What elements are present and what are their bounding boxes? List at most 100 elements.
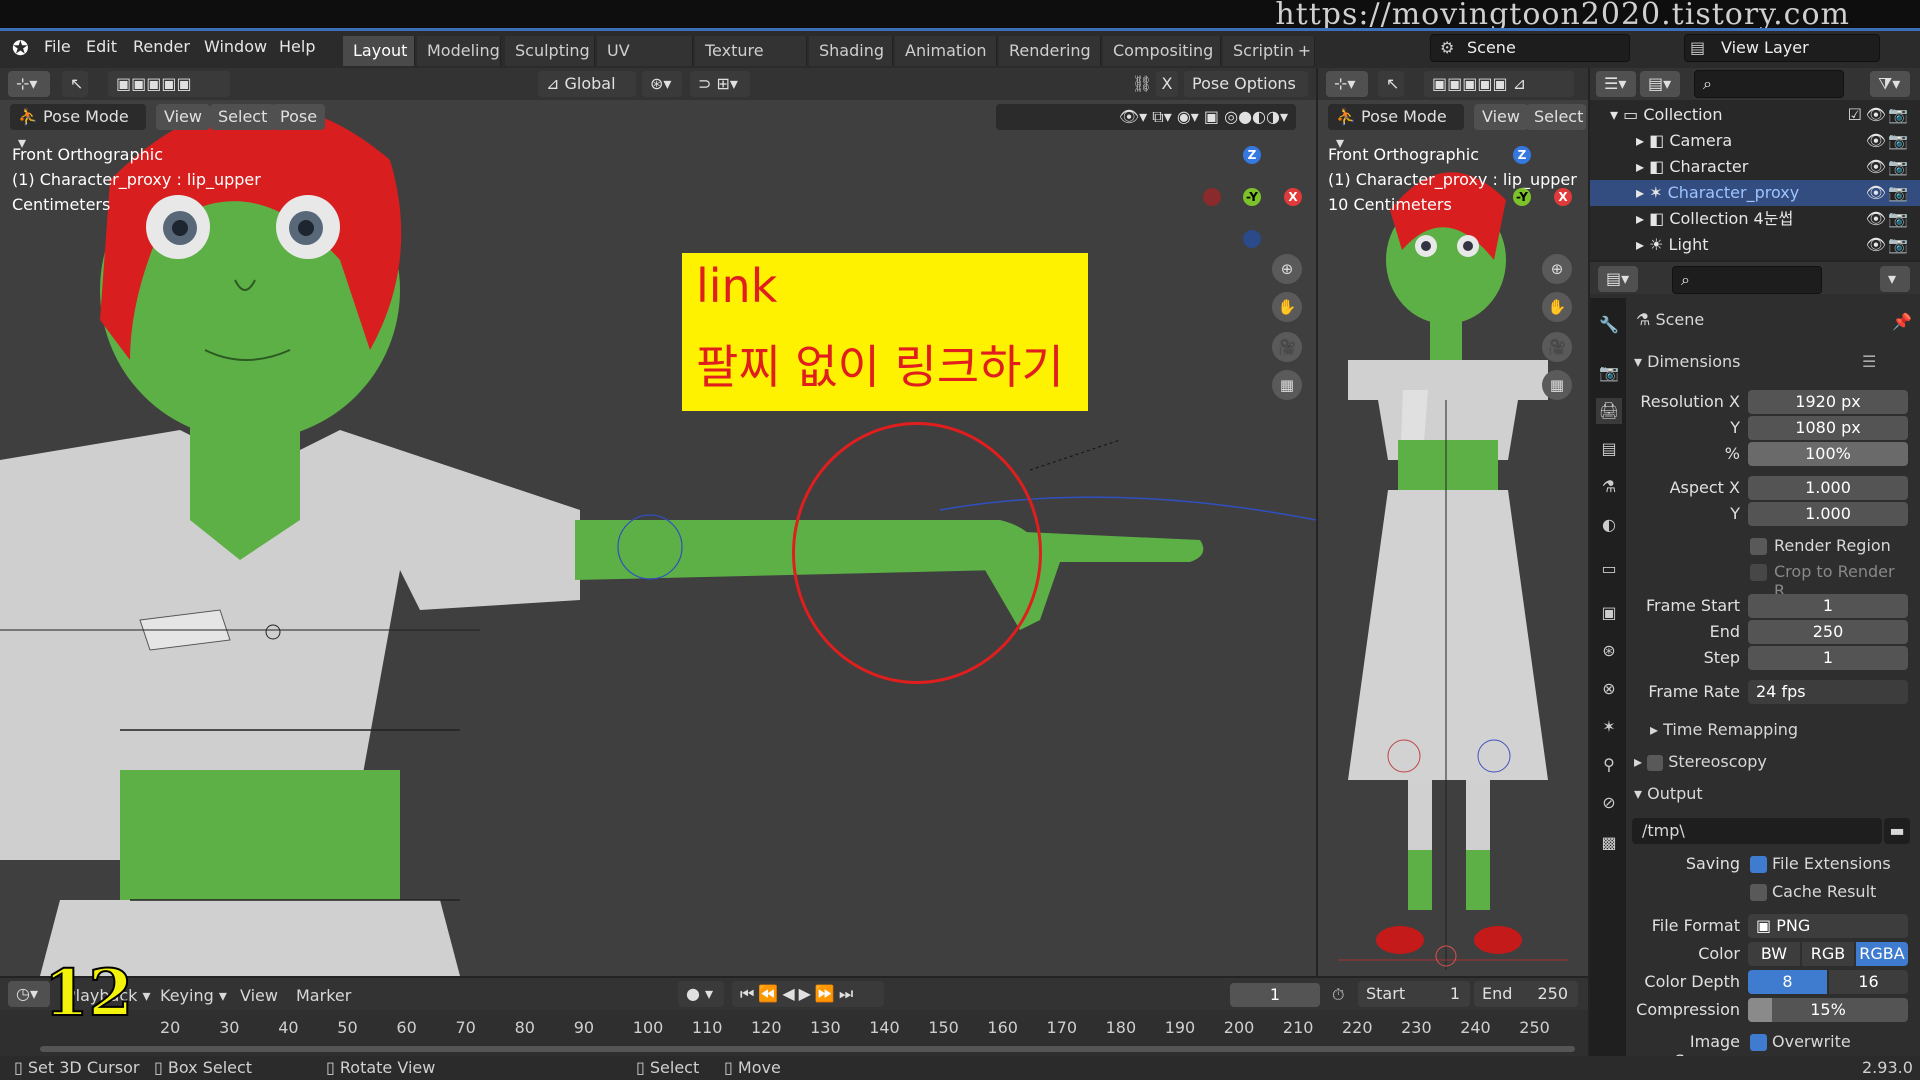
eye-icon[interactable]: 👁 xyxy=(1866,102,1886,128)
collection-tab-icon[interactable]: ▭ xyxy=(1596,556,1622,582)
resolution-y-field[interactable]: 1080 px xyxy=(1748,416,1908,440)
checkbox-icon[interactable]: ☑ xyxy=(1848,102,1862,128)
gizmo-y-axis[interactable]: -Y xyxy=(1243,188,1261,206)
scene-tab-icon[interactable]: ⚗ xyxy=(1596,474,1622,500)
viewport-left[interactable]: ⛹ Pose Mode ▾ View Select Pose 👁▾ ⧉▾ ◉▾ … xyxy=(0,100,1316,976)
object-tab-icon[interactable]: ▣ xyxy=(1596,600,1622,626)
camera-render-icon[interactable]: 📷 xyxy=(1888,154,1908,180)
select-tool-icon[interactable]: ↖ xyxy=(62,71,88,97)
x-mirror-icon[interactable]: ⛓ xyxy=(1132,74,1152,93)
aspect-x-field[interactable]: 1.000 xyxy=(1748,476,1908,500)
gizmo-x-axis[interactable]: X xyxy=(1284,188,1302,206)
gizmo-z-axis-right[interactable]: Z xyxy=(1513,146,1531,164)
timeline-start-field[interactable]: Start 1 xyxy=(1358,981,1470,1007)
pan-hand-icon-right[interactable]: ✋ xyxy=(1542,292,1572,322)
tab-shading[interactable]: Shading xyxy=(809,36,893,66)
scene-selector[interactable]: Scene xyxy=(1430,34,1630,62)
pose-menu-left[interactable]: Pose xyxy=(272,104,326,130)
output-path-input[interactable]: /tmp\ xyxy=(1632,818,1882,844)
frame-step-field[interactable]: 1 xyxy=(1748,646,1908,670)
tab-animation[interactable]: Animation xyxy=(895,36,997,66)
properties-options-icon[interactable]: ▾ xyxy=(1880,266,1910,292)
camera-render-icon[interactable]: 📷 xyxy=(1888,206,1908,232)
transform-orientation-dropdown[interactable]: ⊿ Global ▾ xyxy=(538,71,636,119)
frame-end-field[interactable]: 250 xyxy=(1748,620,1908,644)
blender-logo-icon[interactable]: ✪ xyxy=(12,36,34,60)
viewport-right[interactable]: ⛹ Pose Mode ▾ View Select Front Orthogra… xyxy=(1318,100,1588,976)
zoom-icon[interactable]: ⊕ xyxy=(1272,254,1302,284)
snap-icon[interactable]: ⊃ ⊞▾ xyxy=(690,71,750,97)
tab-texture-paint[interactable]: Texture Paint xyxy=(695,36,807,90)
render-tab-icon[interactable]: 📷 xyxy=(1596,360,1622,386)
viewport-shading-controls[interactable]: 👁▾ ⧉▾ ◉▾ ▣ ◎●◐◑▾ xyxy=(996,104,1296,130)
output-tab-icon[interactable]: 🖨 xyxy=(1596,398,1622,424)
current-frame-field[interactable]: 1 xyxy=(1230,983,1320,1007)
modifiers-tab-icon[interactable]: ⊛ xyxy=(1596,638,1622,664)
menu-window[interactable]: Window xyxy=(204,37,267,56)
tab-modeling[interactable]: Modeling xyxy=(417,36,501,66)
properties-editor-icon[interactable]: ▤▾ xyxy=(1598,266,1638,292)
outliner-row-character-proxy[interactable]: ▸ ✶ Character_proxy 👁 📷 xyxy=(1590,180,1920,206)
add-workspace-icon[interactable]: + xyxy=(1295,36,1315,66)
select-mode-icons-right[interactable]: ▣▣▣▣▣ ⊿ xyxy=(1424,71,1574,97)
eye-icon[interactable]: 👁 xyxy=(1866,154,1886,180)
file-extensions-checkbox[interactable] xyxy=(1750,856,1767,873)
tab-layout[interactable]: Layout xyxy=(343,36,415,66)
cache-result-checkbox[interactable] xyxy=(1750,884,1767,901)
gizmo-x-axis-right[interactable]: X xyxy=(1554,188,1572,206)
texture-tab-icon[interactable]: ▩ xyxy=(1596,830,1622,856)
pan-hand-icon[interactable]: ✋ xyxy=(1272,292,1302,322)
view-layer-selector[interactable]: View Layer xyxy=(1684,34,1880,62)
pose-options-dropdown[interactable]: Pose Options ▾ xyxy=(1184,71,1308,119)
tab-uv-editing[interactable]: UV Editing xyxy=(597,36,693,90)
world-tab-icon[interactable]: ◐ xyxy=(1596,512,1622,538)
tab-compositing[interactable]: Compositing xyxy=(1103,36,1221,66)
eye-icon[interactable]: 👁 xyxy=(1866,180,1886,206)
data-tab-icon[interactable]: ✶ xyxy=(1596,714,1622,740)
ortho-grid-icon[interactable]: ▦ xyxy=(1272,370,1302,400)
mode-dropdown-right[interactable]: ⛹ Pose Mode ▾ xyxy=(1328,104,1464,152)
select-mode-icons[interactable]: ▣▣▣▣▣ xyxy=(108,71,230,97)
color-rgba-button[interactable]: RGBA xyxy=(1856,942,1908,966)
compression-slider[interactable]: 15% xyxy=(1748,998,1908,1022)
outliner-row-light[interactable]: ▸ ☀ Light 👁 📷 xyxy=(1590,232,1920,258)
render-region-checkbox[interactable] xyxy=(1750,538,1767,555)
gizmo-neg-x-axis[interactable] xyxy=(1203,188,1221,206)
menu-help[interactable]: Help xyxy=(279,37,315,56)
output-panel-header[interactable]: ▾ Output xyxy=(1634,784,1703,803)
gizmo-z-axis[interactable]: Z xyxy=(1243,146,1261,164)
crop-region-checkbox[interactable] xyxy=(1750,564,1767,581)
presets-icon[interactable]: ☰ xyxy=(1862,352,1876,371)
outliner-row-collection[interactable]: ▾ ▭ Collection ☑ 👁 📷 xyxy=(1590,102,1920,128)
select-menu-left[interactable]: Select xyxy=(210,104,276,130)
file-format-dropdown[interactable]: ▣ PNG xyxy=(1748,914,1908,938)
display-mode-icon[interactable]: ▤▾ xyxy=(1640,71,1680,97)
folder-icon[interactable]: ▬ xyxy=(1884,818,1910,844)
camera-render-icon[interactable]: 📷 xyxy=(1888,102,1908,128)
stereoscopy-checkbox[interactable] xyxy=(1647,754,1664,771)
ortho-grid-icon-right[interactable]: ▦ xyxy=(1542,370,1572,400)
time-remapping-header[interactable]: ▸ Time Remapping xyxy=(1650,720,1798,739)
playback-controls[interactable]: ⏮⏪◀▶⏩⏭ xyxy=(732,981,884,1007)
stopwatch-icon[interactable]: ⏱ xyxy=(1332,985,1344,1005)
outliner-row-collection-4[interactable]: ▸ ◧ Collection 4눈썹 👁 📷 xyxy=(1590,206,1920,232)
bone-tab-icon[interactable]: ⚲ xyxy=(1596,752,1622,778)
resolution-x-field[interactable]: 1920 px xyxy=(1748,390,1908,414)
outliner-editor-icon[interactable]: ☰▾ xyxy=(1596,71,1636,97)
overwrite-checkbox[interactable] xyxy=(1750,1034,1767,1051)
dimensions-panel-header[interactable]: ▾ Dimensions xyxy=(1634,352,1741,371)
properties-search-input[interactable]: ⌕ xyxy=(1672,266,1822,294)
color-depth-8-button[interactable]: 8 xyxy=(1748,970,1827,994)
resolution-percent-field[interactable]: 100% xyxy=(1748,442,1908,466)
camera-render-icon[interactable]: 📷 xyxy=(1888,232,1908,258)
zoom-icon-right[interactable]: ⊕ xyxy=(1542,254,1572,284)
mode-dropdown-left[interactable]: ⛹ Pose Mode ▾ xyxy=(10,104,146,152)
menu-render[interactable]: Render xyxy=(133,37,190,56)
record-icon[interactable]: ● ▾ xyxy=(678,981,724,1007)
x-mirror-button[interactable]: X xyxy=(1156,71,1178,97)
camera-render-icon[interactable]: 📷 xyxy=(1888,128,1908,154)
color-depth-16-button[interactable]: 16 xyxy=(1829,970,1908,994)
select-tool-icon-right[interactable]: ↖ xyxy=(1378,71,1404,97)
frame-rate-dropdown[interactable]: 24 fps xyxy=(1748,680,1908,704)
menu-file[interactable]: File xyxy=(44,37,71,56)
